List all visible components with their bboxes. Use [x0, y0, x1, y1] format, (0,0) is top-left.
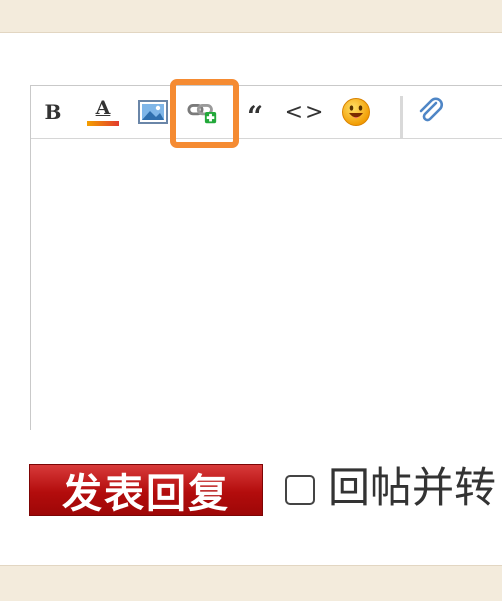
font-color-icon: A — [95, 96, 111, 119]
repost-checkbox-label: 回帖并转 — [328, 463, 497, 512]
editor-text-area[interactable] — [31, 138, 502, 431]
highlight-box — [170, 79, 239, 148]
repost-checkbox[interactable] — [285, 475, 315, 505]
code-icon: <> — [284, 99, 326, 125]
toolbar-separator — [400, 96, 403, 138]
page-header-strip — [0, 0, 502, 33]
font-color-button[interactable]: A — [87, 96, 119, 128]
quote-icon: “ — [246, 100, 264, 133]
attachment-icon — [419, 97, 443, 122]
submit-reply-button[interactable]: 发表回复 — [29, 464, 263, 517]
code-button[interactable]: <> — [285, 96, 324, 128]
bold-button[interactable]: B — [37, 96, 69, 128]
quote-button[interactable]: “ — [239, 96, 271, 133]
attachment-button[interactable] — [415, 96, 447, 128]
editor-toolbar: B A “ <> — [31, 86, 502, 138]
font-color-bar — [87, 120, 119, 126]
image-icon — [138, 100, 168, 124]
emoji-icon — [342, 98, 370, 126]
insert-image-button[interactable] — [137, 96, 169, 128]
emoji-button[interactable] — [340, 96, 372, 128]
reply-editor: B A “ <> — [30, 85, 502, 431]
bold-icon: B — [44, 100, 62, 124]
page-footer-strip — [0, 565, 502, 601]
